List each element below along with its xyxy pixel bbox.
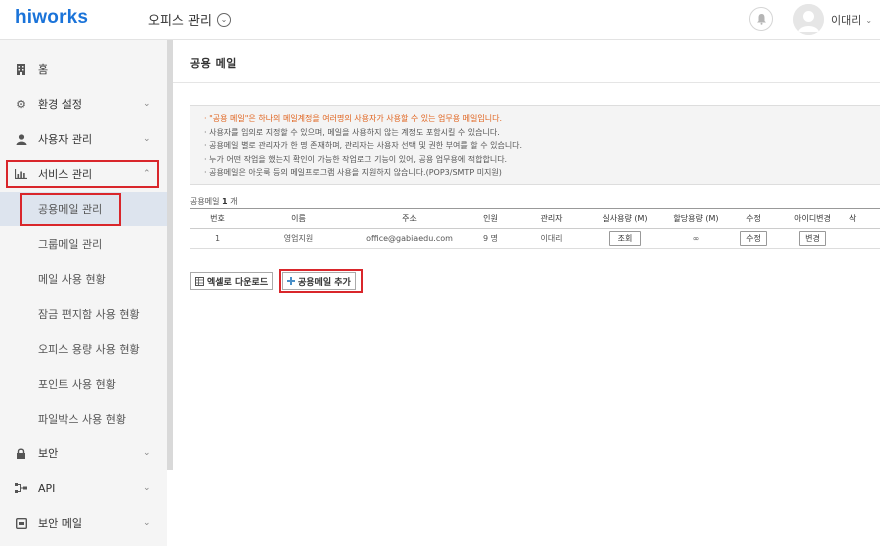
cell-usage: 조회: [589, 228, 661, 249]
sidebar-item-label: 사용자 관리: [38, 133, 93, 146]
sidebar-item-api[interactable]: API ⌄: [0, 471, 167, 505]
table-row[interactable]: 1 영업지원 office@gabiaedu.com 9 명 이대리 조회 ∞ …: [190, 228, 880, 249]
cell-edit: 수정: [731, 228, 776, 249]
column-header: 할당용량 (M): [661, 208, 731, 229]
column-header: 관리자: [514, 208, 589, 229]
chevron-down-icon: ⌄: [216, 12, 231, 27]
office-menu-label: 오피스 관리: [148, 14, 212, 29]
sidebar-item-label: 보안 메일: [38, 517, 82, 530]
excel-download-button[interactable]: 엑셀로 다운로드: [190, 272, 274, 290]
mail-security-icon: [15, 517, 27, 529]
count-label: 공용메일: [190, 197, 220, 206]
sidebar: 홈 ⚙ 환경 설정 ⌄ 사용자 관리 ⌄ 서비스 관리 ⌃ 공용메일 관리 그룹…: [0, 40, 167, 546]
cell-members: 9 명: [467, 228, 514, 249]
cell-address: office@gabiaedu.com: [352, 228, 467, 249]
column-header: 이름: [245, 208, 352, 229]
sidebar-subitem-filebox[interactable]: 파일박스 사용 현황: [0, 402, 167, 436]
chevron-down-icon: ⌄: [143, 134, 151, 144]
sidebar-item-settings[interactable]: ⚙ 환경 설정 ⌄: [0, 87, 167, 121]
column-header: 인원: [467, 208, 514, 229]
sidebar-subitem-office-storage[interactable]: 오피스 용량 사용 현황: [0, 332, 167, 366]
sidebar-subitem-points[interactable]: 포인트 사용 현황: [0, 367, 167, 401]
chevron-down-icon: ⌄: [143, 448, 151, 458]
cell-delete: [849, 228, 880, 249]
table-header-row: 번호 이름 주소 인원 관리자 실사용량 (M) 할당용량 (M) 수정 아이디…: [190, 208, 880, 229]
notice-line: · 공용메일은 아웃룩 등의 메일프로그램 사용을 지원하지 않습니다.(POP…: [204, 168, 502, 178]
column-header: 수정: [731, 208, 776, 229]
cell-quota: ∞: [661, 228, 731, 249]
bell-icon: [756, 14, 766, 25]
sidebar-item-home[interactable]: 홈: [0, 52, 167, 86]
shared-mail-table: 번호 이름 주소 인원 관리자 실사용량 (M) 할당용량 (M) 수정 아이디…: [190, 208, 880, 249]
lock-icon: [15, 447, 27, 459]
api-icon: [15, 482, 27, 494]
column-header: 주소: [352, 208, 467, 229]
sidebar-subitem-locked-mailbox[interactable]: 잠금 편지함 사용 현황: [0, 297, 167, 331]
sidebar-subitem-group-mail[interactable]: 그룹메일 관리: [0, 227, 167, 261]
user-icon: [15, 133, 27, 145]
divider: [173, 82, 880, 83]
sidebar-item-label: 환경 설정: [38, 98, 82, 111]
cell-name: 영업지원: [245, 228, 352, 249]
sidebar-subitem-label: 파일박스 사용 현황: [38, 413, 126, 426]
avatar[interactable]: [793, 4, 824, 35]
count-unit: 개: [230, 197, 238, 206]
notice-line: · 누가 어떤 작업을 했는지 확인이 가능한 작업로그 기능이 있어, 공용 …: [204, 154, 508, 164]
notice-line: · 사용자를 임의로 지정할 수 있으며, 메일을 사용하지 않는 계정도 포함…: [204, 127, 500, 137]
notification-button[interactable]: [749, 7, 773, 31]
edit-button[interactable]: 수정: [740, 231, 767, 246]
sidebar-subitem-label: 메일 사용 현황: [38, 273, 106, 286]
sidebar-item-security[interactable]: 보안 ⌄: [0, 436, 167, 470]
page-title: 공용 메일: [190, 57, 237, 70]
chevron-down-icon: ⌄: [143, 518, 151, 528]
sidebar-subitem-label: 오피스 용량 사용 현황: [38, 343, 140, 356]
view-usage-button[interactable]: 조회: [608, 231, 642, 246]
notice-line: · "공용 메일"은 하나의 메일계정을 여러명의 사용자가 사용할 수 있는 …: [204, 114, 503, 123]
column-header: 아이디변경: [776, 208, 849, 229]
sidebar-item-label: 홈: [38, 63, 49, 76]
chevron-down-icon: ⌄: [865, 15, 873, 25]
hiworks-logo[interactable]: hiworks: [15, 7, 88, 29]
count-value: 1: [222, 197, 228, 206]
office-menu-dropdown[interactable]: 오피스 관리 ⌄: [148, 10, 231, 29]
column-header: 삭: [849, 208, 880, 229]
notice-box: · "공용 메일"은 하나의 메일계정을 여러명의 사용자가 사용할 수 있는 …: [190, 105, 880, 185]
chevron-down-icon: ⌄: [143, 483, 151, 493]
sidebar-subitem-label: 그룹메일 관리: [38, 238, 103, 251]
main-content: 공용 메일 · "공용 메일"은 하나의 메일계정을 여러명의 사용자가 사용할…: [173, 40, 880, 546]
cell-id-change: 변경: [776, 228, 849, 249]
notice-line: · 공용메일 별로 관리자가 한 명 존재하며, 관리자는 사용자 선택 및 권…: [204, 141, 523, 151]
sidebar-item-label: API: [38, 481, 56, 495]
change-id-button[interactable]: 변경: [799, 231, 826, 246]
user-silhouette-icon: [793, 4, 824, 35]
sidebar-item-secure-mail[interactable]: 보안 메일 ⌄: [0, 506, 167, 540]
sidebar-subitem-label: 잠금 편지함 사용 현황: [38, 308, 140, 321]
column-header: 번호: [190, 208, 245, 229]
cell-number: 1: [190, 228, 245, 249]
user-name: 이대리: [831, 14, 862, 27]
chevron-down-icon: ⌄: [143, 99, 151, 109]
cell-admin: 이대리: [514, 228, 589, 249]
shared-mail-count: 공용메일 1 개: [190, 196, 238, 207]
building-icon: [15, 63, 27, 75]
excel-download-label: 엑셀로 다운로드: [207, 277, 269, 288]
column-header: 실사용량 (M): [589, 208, 661, 229]
excel-icon: [195, 276, 204, 286]
highlight-box: [20, 193, 121, 226]
user-menu[interactable]: 이대리 ⌄: [831, 12, 872, 28]
highlight-box: [6, 160, 159, 188]
highlight-box: [279, 269, 363, 293]
gear-icon: ⚙: [16, 97, 26, 111]
sidebar-item-users[interactable]: 사용자 관리 ⌄: [0, 122, 167, 156]
sidebar-item-label: 보안: [38, 447, 59, 460]
top-bar: hiworks 오피스 관리 ⌄ 이대리 ⌄: [0, 0, 880, 40]
sidebar-subitem-label: 포인트 사용 현황: [38, 378, 116, 391]
sidebar-subitem-mail-usage[interactable]: 메일 사용 현황: [0, 262, 167, 296]
